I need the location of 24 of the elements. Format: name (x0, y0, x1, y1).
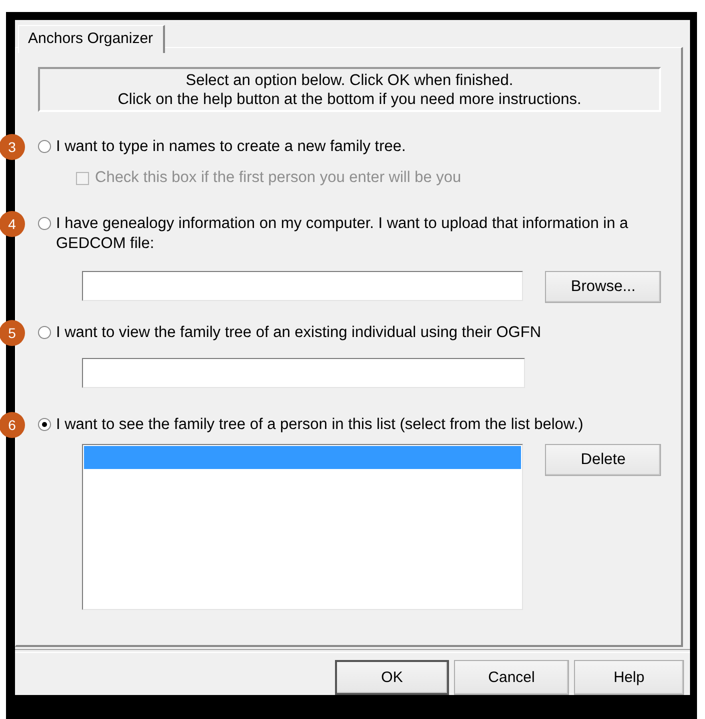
step-badge: 3 (0, 134, 25, 160)
dialog-button[interactable]: OK (335, 660, 449, 695)
action-button[interactable]: Delete (545, 444, 661, 476)
option-label: I want to type in names to create a new family tree. (56, 137, 406, 157)
option-label: I have genealogy information on my computer. I want to upload that information in a GEDCOM file: (56, 214, 630, 254)
radio-button[interactable] (38, 217, 51, 230)
dialog-button[interactable]: Cancel (454, 660, 569, 695)
dialog-button[interactable]: Help (574, 660, 684, 695)
option-label: I want to view the family tree of an existing individual using their OGFN (56, 323, 542, 343)
tab[interactable]: Anchors Organizer (18, 25, 166, 53)
input-field[interactable] (82, 271, 524, 301)
radio-button[interactable] (38, 418, 51, 431)
checkbox-label: Check this box if the first person you enter will be you (95, 169, 462, 187)
action-button[interactable]: Browse... (545, 271, 661, 303)
radio-button[interactable] (38, 326, 51, 339)
instruction-text: Select an option below. Click OK when finished. (186, 70, 514, 90)
step-badge: 4 (0, 211, 25, 237)
input-field[interactable] (82, 358, 525, 388)
step-badge: 5 (0, 320, 25, 346)
radio-button[interactable] (38, 140, 51, 153)
step-badge: 6 (0, 412, 25, 438)
instruction-text: Click on the help button at the bottom if you need more instructions. (118, 90, 582, 108)
option-label: I want to see the family tree of a person in this list (select from the list below.) (56, 415, 584, 435)
person-list[interactable] (82, 444, 524, 610)
